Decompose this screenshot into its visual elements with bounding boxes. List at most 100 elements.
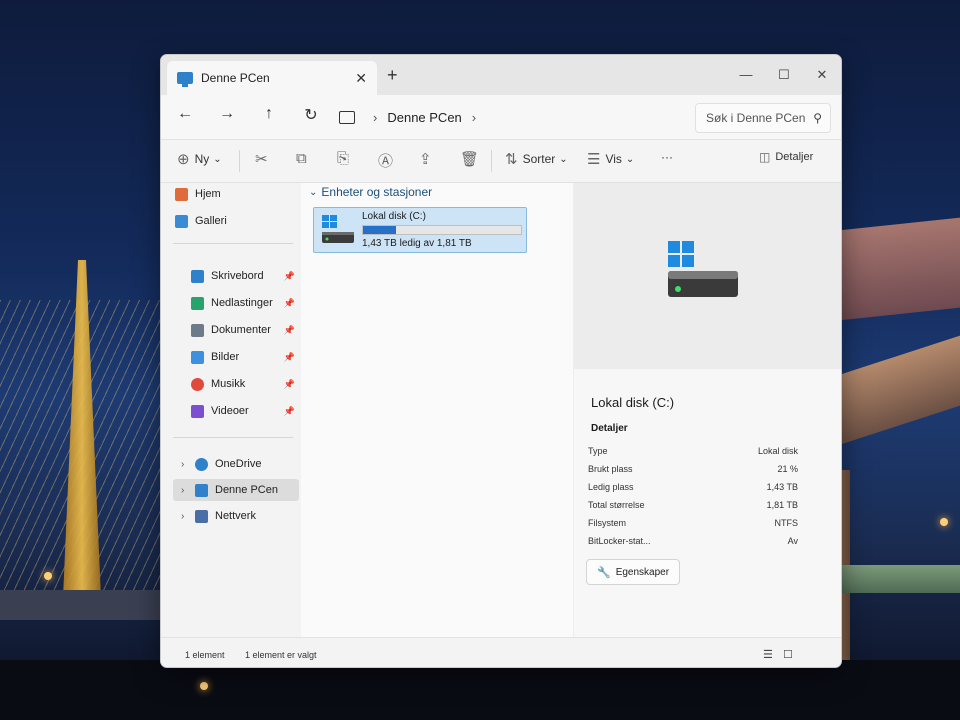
properties-label: Egenskaper	[615, 566, 670, 578]
file-explorer-window: Denne PCen ✕ + — ☐ ✕ ← → ↑ ↻ › Denne PCe…	[160, 54, 842, 668]
property-key: Ledig plass	[588, 482, 634, 492]
details-view-button[interactable]: ☰	[763, 648, 773, 661]
property-value: 21 %	[777, 464, 798, 474]
rename-button[interactable]: Ⓐ	[378, 150, 393, 171]
tab-this-pc[interactable]: Denne PCen ✕	[167, 61, 377, 95]
pin-icon[interactable]: 📌	[284, 298, 295, 309]
new-label: Ny	[194, 152, 210, 166]
sidebar-item-pictures[interactable]: Bilder 📌	[191, 346, 297, 368]
sort-label: Sorter	[522, 152, 556, 166]
plus-circle-icon: ⊕	[177, 151, 190, 168]
property-key: Filsystem	[588, 518, 626, 528]
details-pane-button[interactable]: ◫ Detaljer	[759, 150, 813, 164]
sidebar-item-desktop[interactable]: Skrivebord 📌	[191, 265, 297, 287]
chevron-right-icon[interactable]: ›	[181, 459, 184, 470]
drive-tile-local-disk-c[interactable]: Lokal disk (C:) 1,43 TB ledig av 1,81 TB	[313, 207, 527, 253]
network-icon	[195, 509, 208, 523]
property-row: Type Lokal disk	[588, 446, 798, 462]
forward-button[interactable]: →	[215, 105, 239, 123]
view-icon: ☰	[587, 151, 601, 168]
pin-icon[interactable]: 📌	[284, 352, 295, 363]
monitor-icon	[339, 110, 355, 124]
sidebar-item-downloads[interactable]: Nedlastinger 📌	[191, 292, 297, 314]
more-options-button[interactable]: ···	[661, 150, 673, 164]
scissors-icon: ✂	[255, 151, 268, 168]
tiles-view-button[interactable]: ☐	[783, 648, 793, 661]
minimize-button[interactable]: —	[731, 67, 761, 82]
sidebar-item-this-pc[interactable]: › Denne PCen	[173, 479, 299, 501]
preview-area	[574, 183, 841, 369]
up-button[interactable]: ↑	[257, 105, 281, 123]
maximize-button[interactable]: ☐	[769, 67, 799, 83]
sidebar-item-home[interactable]: Hjem	[175, 183, 297, 205]
toolbar-divider	[239, 150, 240, 172]
copy-button[interactable]: ⧉	[296, 150, 307, 167]
chevron-down-icon: ⌄	[625, 153, 635, 165]
properties-button[interactable]: 🔧 Egenskaper	[586, 559, 681, 585]
share-button[interactable]: ⇪	[419, 150, 432, 168]
sidebar-item-label: Galleri	[195, 215, 227, 227]
copy-icon: ⧉	[296, 150, 307, 167]
chevron-right-icon[interactable]: ›	[373, 110, 377, 125]
view-label: Vis	[605, 152, 622, 166]
details-pane-icon: ◫	[759, 150, 771, 164]
sidebar-item-gallery[interactable]: Galleri	[175, 210, 297, 232]
sidebar-item-label: Bilder	[211, 351, 240, 363]
chevron-right-icon[interactable]: ›	[181, 485, 184, 496]
background-bridge-deck	[0, 590, 180, 620]
sidebar-item-label: Musikk	[211, 378, 246, 390]
chevron-right-icon[interactable]: ›	[472, 110, 476, 125]
details-title: Lokal disk (C:)	[591, 395, 675, 410]
property-key: Type	[588, 446, 608, 456]
sidebar-item-network[interactable]: › Nettverk	[181, 505, 297, 527]
pin-icon[interactable]: 📌	[284, 379, 295, 390]
onedrive-icon	[195, 457, 208, 471]
close-window-button[interactable]: ✕	[807, 67, 837, 83]
back-button[interactable]: ←	[173, 105, 197, 123]
address-bar[interactable]: › Denne PCen ›	[339, 103, 669, 131]
home-icon	[175, 187, 188, 201]
cut-button[interactable]: ✂	[255, 150, 268, 168]
search-input[interactable]: Søk i Denne PCen	[706, 111, 813, 125]
pictures-icon	[191, 350, 204, 364]
new-tab-button[interactable]: +	[387, 65, 398, 86]
chevron-right-icon[interactable]: ›	[181, 511, 184, 522]
pin-icon[interactable]: 📌	[284, 325, 295, 336]
chevron-down-icon: ⌄	[213, 153, 222, 165]
new-button[interactable]: ⊕ Ny ⌄	[177, 150, 222, 168]
sort-button[interactable]: ⇅ Sorter ⌄	[505, 150, 568, 168]
sidebar-divider	[173, 243, 293, 244]
pin-icon[interactable]: 📌	[284, 406, 295, 417]
drive-free-space: 1,43 TB ledig av 1,81 TB	[362, 238, 472, 249]
sidebar-item-label: Nettverk	[215, 510, 256, 522]
paste-icon: ⎘	[337, 150, 350, 167]
sidebar-item-documents[interactable]: Dokumenter 📌	[191, 319, 297, 341]
property-value: 1,81 TB	[766, 500, 798, 510]
property-value: Av	[787, 536, 798, 546]
wrench-icon: 🔧	[597, 566, 611, 579]
paste-button[interactable]: ⎘	[337, 150, 349, 167]
tab-close-button[interactable]: ✕	[355, 70, 367, 87]
sidebar-item-label: OneDrive	[215, 458, 262, 470]
view-button[interactable]: ☰ Vis ⌄	[587, 150, 634, 168]
navigation-pane: Hjem Galleri Skrivebord 📌 Nedlastinger 📌…	[161, 183, 301, 637]
sidebar-item-music[interactable]: Musikk 📌	[191, 373, 297, 395]
group-header-devices[interactable]: ⌄ Enheter og stasjoner	[309, 185, 432, 199]
pin-icon[interactable]: 📌	[284, 271, 295, 282]
background-ground	[0, 660, 960, 720]
property-row: Brukt plass 21 %	[588, 464, 798, 480]
breadcrumb-this-pc[interactable]: Denne PCen	[387, 110, 461, 125]
property-key: Brukt plass	[588, 464, 633, 474]
refresh-button[interactable]: ↻	[299, 105, 323, 125]
sidebar-item-videos[interactable]: Videoer 📌	[191, 400, 297, 422]
property-row: Total størrelse 1,81 TB	[588, 500, 798, 516]
search-box[interactable]: Søk i Denne PCen ⚲	[695, 103, 831, 133]
monitor-icon	[177, 72, 193, 87]
sidebar-item-label: Hjem	[195, 188, 221, 200]
title-bar: Denne PCen ✕ + — ☐ ✕	[161, 55, 841, 95]
property-row: Filsystem NTFS	[588, 518, 798, 534]
delete-button[interactable]: 🗑	[460, 150, 479, 168]
trash-icon: 🗑	[460, 151, 480, 168]
tab-title: Denne PCen	[201, 71, 270, 85]
sidebar-item-onedrive[interactable]: › OneDrive	[181, 453, 297, 475]
